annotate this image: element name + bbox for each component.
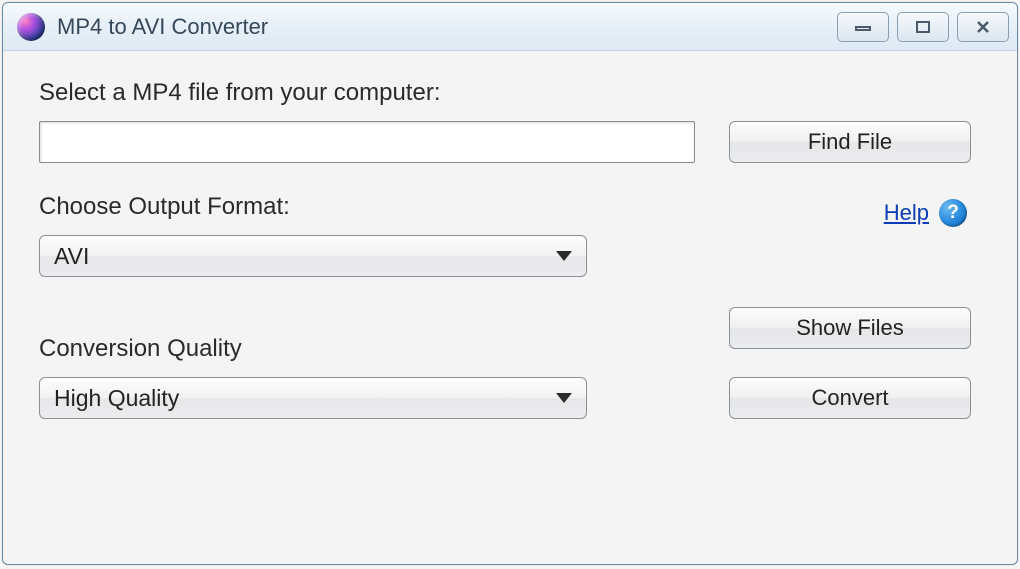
content-area: Select a MP4 file from your computer: Fi… [3,51,1017,439]
maximize-icon [914,20,932,34]
quality-value: High Quality [54,385,556,412]
file-select-section: Select a MP4 file from your computer: Fi… [39,79,981,163]
chevron-down-icon [556,251,572,261]
find-file-button[interactable]: Find File [729,121,971,163]
output-format-section: Choose Output Format: AVI Help ? [39,193,981,277]
quality-section: Conversion Quality High Quality Show Fil… [39,307,981,419]
window-title: MP4 to AVI Converter [57,14,837,40]
help-link[interactable]: Help [884,200,929,226]
output-format-label: Choose Output Format: [39,193,699,221]
application-window: MP4 to AVI Converter Select a MP4 file f… [2,2,1018,565]
close-button[interactable] [957,12,1009,42]
show-files-button[interactable]: Show Files [729,307,971,349]
minimize-icon [854,21,872,33]
quality-select[interactable]: High Quality [39,377,587,419]
help-icon[interactable]: ? [939,199,967,227]
app-icon [17,13,45,41]
titlebar: MP4 to AVI Converter [3,3,1017,51]
select-file-label: Select a MP4 file from your computer: [39,79,981,107]
convert-button[interactable]: Convert [729,377,971,419]
output-format-select[interactable]: AVI [39,235,587,277]
close-icon [975,20,991,34]
conversion-quality-label: Conversion Quality [39,335,699,363]
help-area: Help ? [729,199,971,227]
file-path-input[interactable] [39,121,695,163]
output-format-value: AVI [54,243,556,270]
maximize-button[interactable] [897,12,949,42]
chevron-down-icon [556,393,572,403]
minimize-button[interactable] [837,12,889,42]
window-controls [837,12,1009,42]
